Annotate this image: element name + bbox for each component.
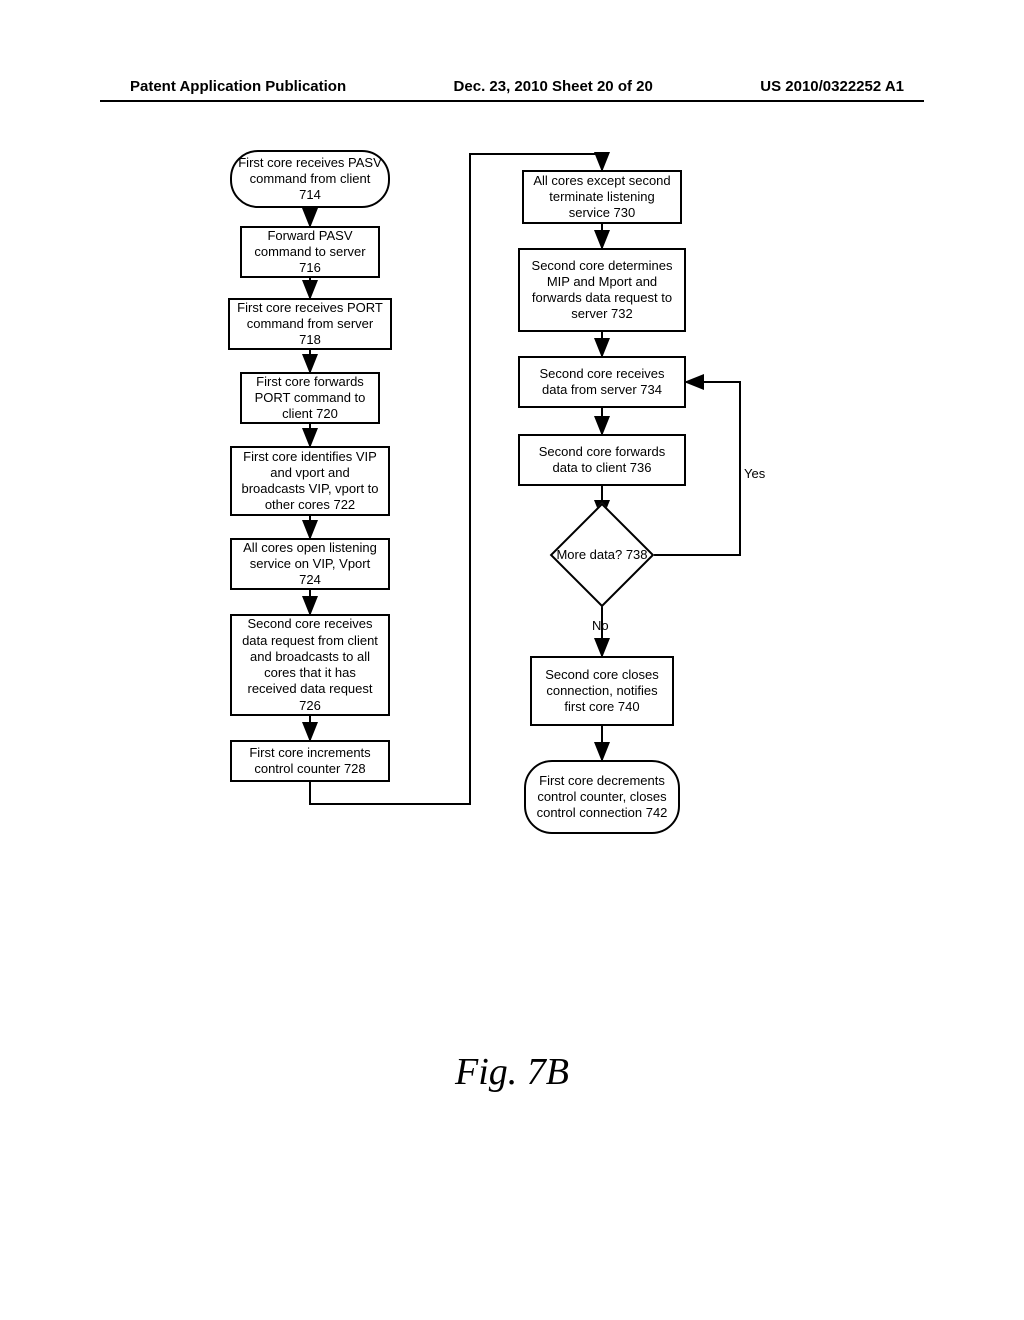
node-732-process: Second core determines MIP and Mport and… [518, 248, 686, 332]
node-722-text: First core identifies VIP and vport and … [238, 449, 382, 514]
node-734-process: Second core receives data from server 73… [518, 356, 686, 408]
node-726-process: Second core receives data request from c… [230, 614, 390, 716]
node-742-text: First core decrements control counter, c… [532, 773, 672, 822]
node-718-process: First core receives PORT command from se… [228, 298, 392, 350]
node-742-terminator: First core decrements control counter, c… [524, 760, 680, 834]
node-738-decision: More data? 738 [550, 518, 654, 592]
node-720-text: First core forwards PORT command to clie… [248, 374, 372, 423]
node-728-text: First core increments control counter 72… [238, 745, 382, 778]
node-740-text: Second core closes connection, notifies … [538, 667, 666, 716]
node-736-process: Second core forwards data to client 736 [518, 434, 686, 486]
node-718-text: First core receives PORT command from se… [236, 300, 384, 349]
node-730-text: All cores except second terminate listen… [530, 173, 674, 222]
header-center: Dec. 23, 2010 Sheet 20 of 20 [454, 78, 653, 95]
node-716-process: Forward PASV command to server 716 [240, 226, 380, 278]
node-730-process: All cores except second terminate listen… [522, 170, 682, 224]
node-714-text: First core receives PASV command from cl… [238, 155, 382, 204]
node-726-text: Second core receives data request from c… [238, 616, 382, 714]
flowchart-connectors [0, 140, 1024, 1020]
header-rule [100, 100, 924, 102]
figure-label: Fig. 7B [0, 1050, 1024, 1094]
header-right: US 2010/0322252 A1 [760, 78, 904, 95]
node-738-text: More data? 738 [552, 547, 652, 563]
node-728-process: First core increments control counter 72… [230, 740, 390, 782]
flowchart-canvas: First core receives PASV command from cl… [0, 140, 1024, 1020]
node-736-text: Second core forwards data to client 736 [526, 444, 678, 477]
node-722-process: First core identifies VIP and vport and … [230, 446, 390, 516]
page-header: Patent Application Publication Dec. 23, … [0, 78, 1024, 95]
edge-label-yes: Yes [744, 466, 765, 481]
node-724-process: All cores open listening service on VIP,… [230, 538, 390, 590]
node-740-process: Second core closes connection, notifies … [530, 656, 674, 726]
node-734-text: Second core receives data from server 73… [526, 366, 678, 399]
node-720-process: First core forwards PORT command to clie… [240, 372, 380, 424]
header-left: Patent Application Publication [130, 78, 346, 95]
node-714-terminator: First core receives PASV command from cl… [230, 150, 390, 208]
node-724-text: All cores open listening service on VIP,… [238, 540, 382, 589]
node-732-text: Second core determines MIP and Mport and… [526, 258, 678, 323]
edge-label-no: No [592, 618, 609, 633]
node-716-text: Forward PASV command to server 716 [248, 228, 372, 277]
